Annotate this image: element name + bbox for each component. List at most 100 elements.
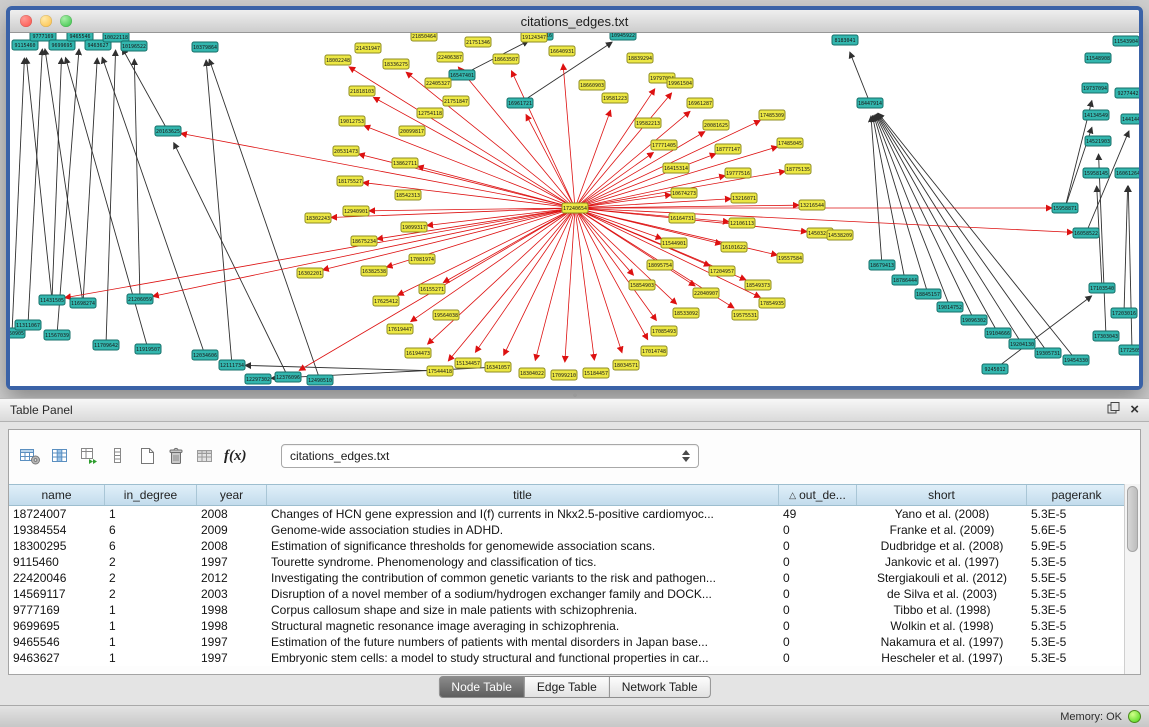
graph-node[interactable]: 21431947: [355, 43, 381, 53]
graph-node[interactable]: 18175527: [337, 176, 363, 186]
graph-node[interactable]: 16961721: [507, 98, 533, 108]
graph-node[interactable]: 16640931: [549, 46, 575, 56]
graph-node[interactable]: 15958871: [1052, 203, 1078, 213]
graph-node[interactable]: 18002248: [325, 55, 351, 65]
graph-node[interactable]: 22406387: [437, 52, 463, 62]
graph-node[interactable]: 10196522: [121, 41, 147, 51]
graph-node[interactable]: 9277442: [1115, 88, 1139, 98]
graph-node[interactable]: 16547401: [449, 70, 475, 80]
column-header-name[interactable]: name: [9, 485, 105, 505]
graph-node[interactable]: 18533092: [673, 308, 699, 318]
graph-node[interactable]: 17014748: [641, 346, 667, 356]
table-row[interactable]: 946362711997Embryonic stem cells: a mode…: [9, 650, 1125, 666]
graph-node[interactable]: 16101622: [721, 242, 747, 252]
graph-node[interactable]: 19564038: [433, 310, 459, 320]
graph-node[interactable]: 13216071: [731, 193, 757, 203]
graph-node[interactable]: 18845157: [915, 289, 941, 299]
tab-network-table[interactable]: Network Table: [610, 676, 711, 698]
float-panel-icon[interactable]: [1107, 401, 1120, 419]
graph-node[interactable]: 20099817: [399, 126, 425, 136]
graph-node[interactable]: 10945922: [610, 33, 636, 40]
graph-node[interactable]: 22405327: [425, 78, 451, 88]
graph-node[interactable]: 19204130: [1009, 339, 1035, 349]
graph-node[interactable]: 17303043: [1093, 331, 1119, 341]
graph-node[interactable]: 21850464: [411, 33, 437, 41]
graph-node[interactable]: 17204957: [709, 266, 735, 276]
graph-node[interactable]: 13862711: [392, 158, 418, 168]
graph-node[interactable]: 18034571: [613, 360, 639, 370]
close-window-button[interactable]: [20, 15, 32, 27]
graph-node[interactable]: 17485045: [777, 138, 803, 148]
table-row[interactable]: 1872400712008Changes of HCN gene express…: [9, 506, 1125, 522]
graph-node[interactable]: 14414405: [1121, 114, 1139, 124]
graph-node[interactable]: 18663507: [493, 54, 519, 64]
graph-node[interactable]: 19012753: [339, 116, 365, 126]
graph-node[interactable]: 16415314: [663, 163, 689, 173]
graph-node[interactable]: 17203016: [1111, 308, 1137, 318]
graph-node[interactable]: 19124347: [521, 33, 547, 42]
graph-node[interactable]: 18786444: [892, 275, 918, 285]
table-row[interactable]: 946554611997Estimation of the future num…: [9, 634, 1125, 650]
table-row[interactable]: 2242004622012Investigating the contribut…: [9, 570, 1125, 586]
graph-node[interactable]: 13216544: [799, 200, 825, 210]
graph-node[interactable]: 16382538: [361, 266, 387, 276]
graph-node[interactable]: 17771405: [651, 140, 677, 150]
column-header-out_de[interactable]: △out_de...: [779, 485, 857, 505]
graph-node[interactable]: 19096302: [961, 315, 987, 325]
graph-node[interactable]: 12376096: [275, 372, 301, 382]
graph-node[interactable]: 20531473: [333, 146, 359, 156]
graph-node[interactable]: 21206059: [127, 294, 153, 304]
graph-node[interactable]: 21751346: [465, 37, 491, 47]
row-options-icon[interactable]: [108, 445, 128, 467]
graph-node[interactable]: 16302201: [297, 268, 323, 278]
tab-edge-table[interactable]: Edge Table: [525, 676, 610, 698]
graph-node[interactable]: 19305731: [1035, 348, 1061, 358]
table-row[interactable]: 1456911722003Disruption of a novel membe…: [9, 586, 1125, 602]
graph-node[interactable]: 17544418: [427, 366, 453, 376]
tab-node-table[interactable]: Node Table: [438, 676, 525, 698]
column-header-title[interactable]: title: [267, 485, 779, 505]
graph-node[interactable]: 17240654: [562, 203, 588, 213]
graph-node[interactable]: 17485309: [759, 110, 785, 120]
zoom-window-button[interactable]: [60, 15, 72, 27]
graph-node[interactable]: 18839294: [627, 53, 653, 63]
graph-node[interactable]: 19582213: [635, 118, 661, 128]
table-row[interactable]: 911546021997Tourette syndrome. Phenomeno…: [9, 554, 1125, 570]
new-document-icon[interactable]: [137, 445, 157, 467]
network-selector[interactable]: citations_edges.txt: [281, 444, 699, 468]
graph-node[interactable]: 15134457: [455, 358, 481, 368]
graph-node[interactable]: 16061264: [1115, 168, 1139, 178]
graph-node[interactable]: 8183041: [832, 35, 858, 45]
graph-node[interactable]: 18549373: [745, 280, 771, 290]
graph-node[interactable]: 19961504: [667, 78, 693, 88]
graph-node[interactable]: 16341057: [485, 362, 511, 372]
graph-node[interactable]: 17085493: [651, 326, 677, 336]
graph-node[interactable]: 19014752: [937, 302, 963, 312]
graph-node[interactable]: 17619447: [387, 324, 413, 334]
graph-node[interactable]: 22040907: [693, 288, 719, 298]
graph-node[interactable]: 18336275: [383, 59, 409, 69]
graph-node[interactable]: 19737094: [1082, 83, 1108, 93]
graph-node[interactable]: 20081625: [703, 120, 729, 130]
show-columns-icon[interactable]: [50, 445, 70, 467]
graph-node[interactable]: 12297302: [245, 374, 271, 384]
graph-node[interactable]: 18679413: [869, 260, 895, 270]
function-builder-icon[interactable]: f(x): [224, 445, 247, 467]
graph-node[interactable]: 11543904: [1113, 36, 1139, 46]
graph-node[interactable]: 14134549: [1083, 110, 1109, 120]
graph-node[interactable]: 12490510: [307, 375, 333, 385]
graph-node[interactable]: 18447914: [857, 98, 883, 108]
graph-node[interactable]: 15184457: [583, 368, 609, 378]
table-scrollbar-thumb[interactable]: [1127, 486, 1138, 552]
graph-node[interactable]: 19454330: [1063, 355, 1089, 365]
graph-node[interactable]: 18777147: [715, 144, 741, 154]
graph-node[interactable]: 18302243: [305, 213, 331, 223]
minimize-window-button[interactable]: [40, 15, 52, 27]
graph-node[interactable]: 21818103: [349, 86, 375, 96]
graph-node[interactable]: 11698274: [70, 298, 96, 308]
graph-node[interactable]: 14538209: [827, 230, 853, 240]
graph-node[interactable]: 18675234: [351, 236, 377, 246]
graph-node[interactable]: 18542313: [395, 190, 421, 200]
graph-node[interactable]: 11709642: [93, 340, 119, 350]
graph-node[interactable]: 19557584: [777, 253, 803, 263]
